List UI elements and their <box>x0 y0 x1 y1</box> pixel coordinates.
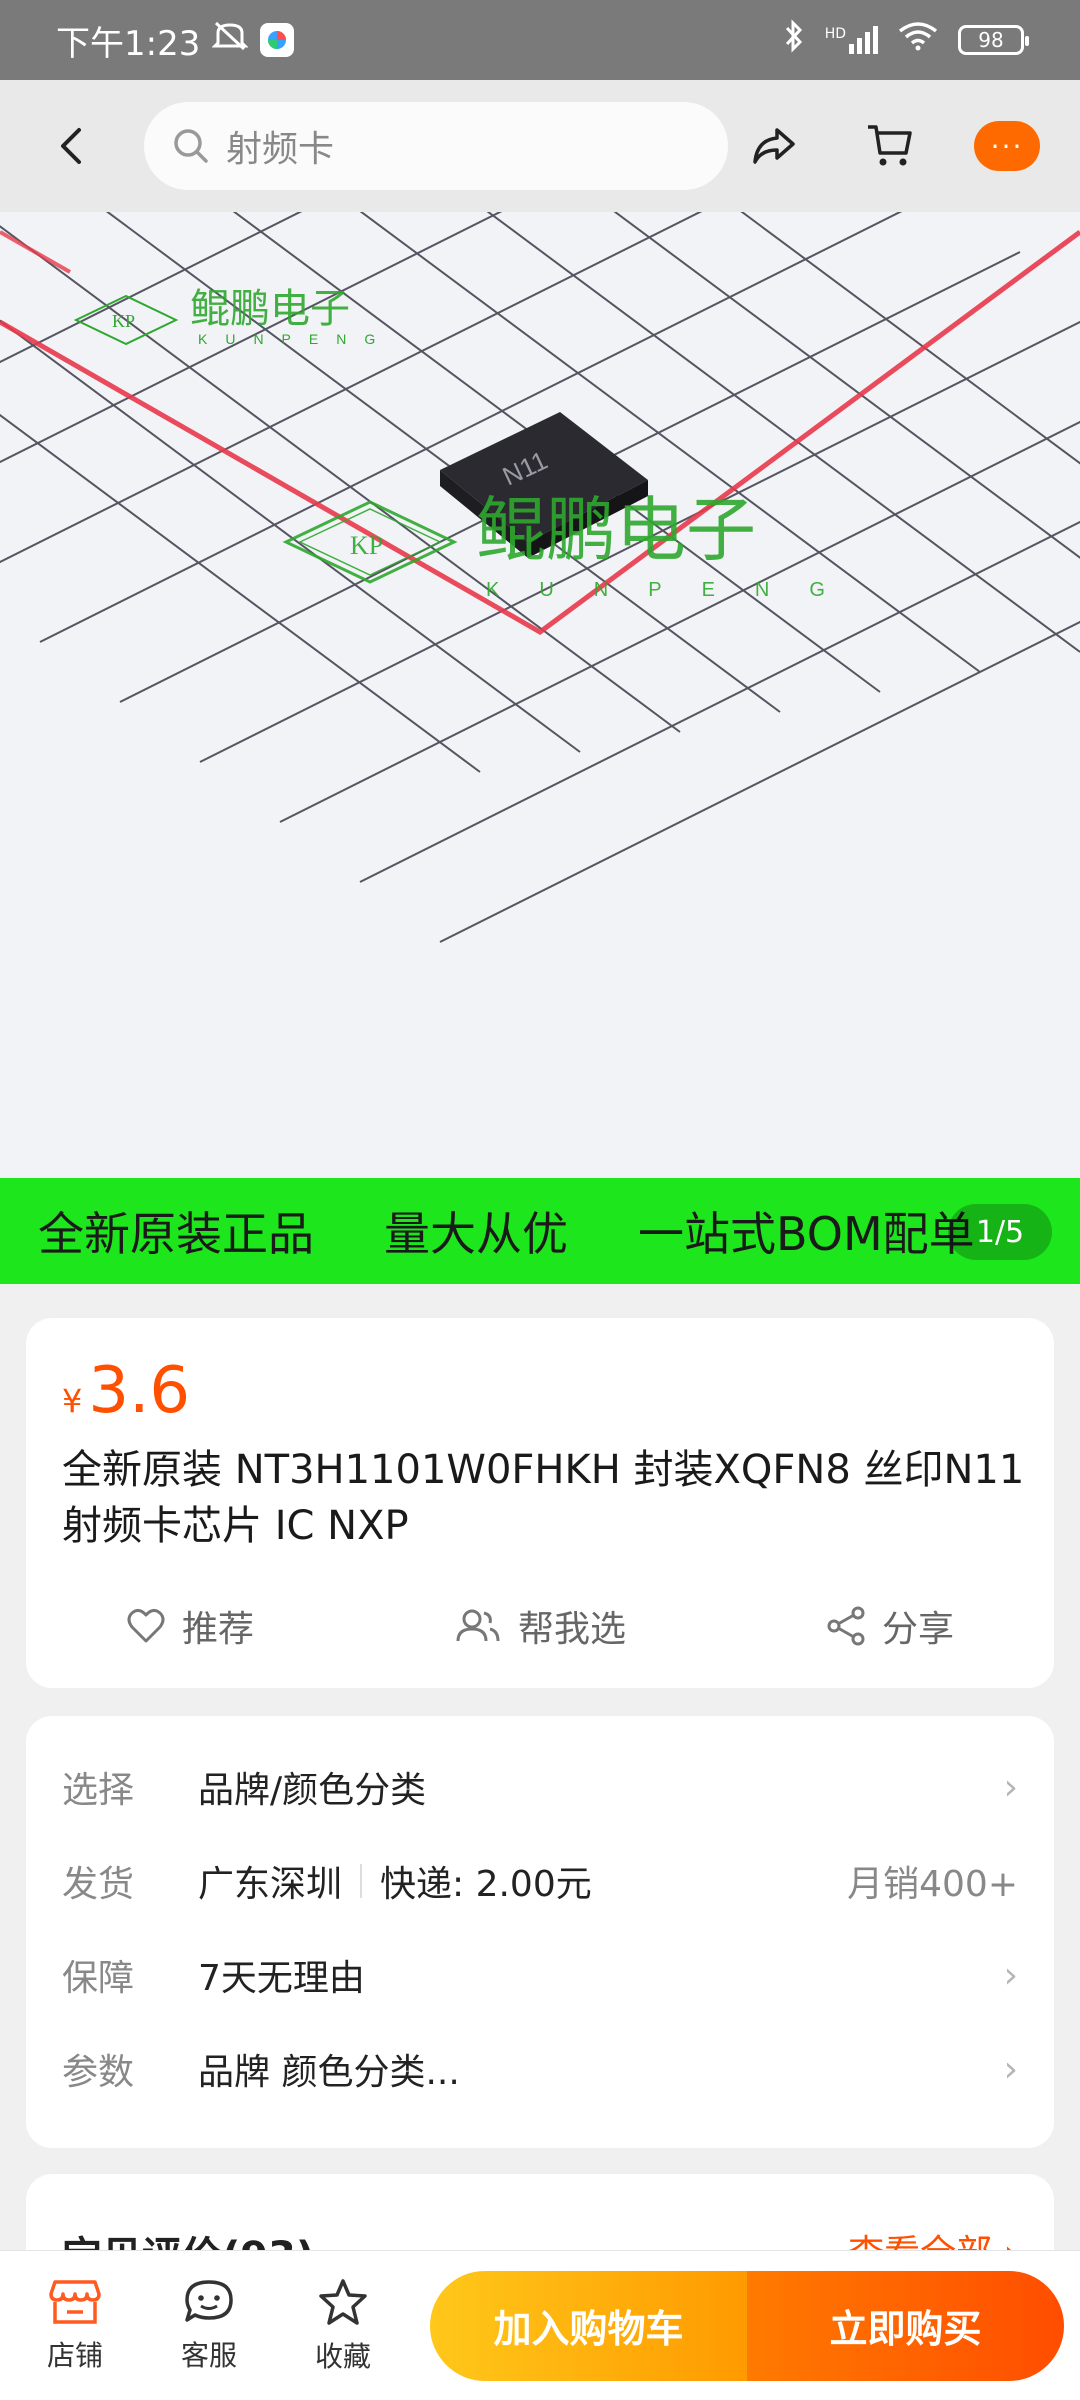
favorite-tab[interactable]: 收藏 <box>276 2277 410 2375</box>
chevron-right-icon: › <box>1003 1954 1018 1996</box>
cart-button[interactable] <box>858 114 922 178</box>
monthly-sales: 月销400+ <box>847 1864 1018 1905</box>
help-me-choose-label: 帮我选 <box>517 1609 626 1650</box>
params-label: 参数 <box>62 2052 135 2093</box>
guarantee-row[interactable]: 保障 7天无理由 › <box>62 1928 1018 2022</box>
help-me-choose-button[interactable]: 帮我选 <box>454 1600 626 1652</box>
watermark-badge-small: KP <box>112 311 135 331</box>
product-actions: 推荐 帮我选 分享 <box>26 1600 1054 1652</box>
divider <box>360 1864 363 1898</box>
watermark-en-large: KUNPENG <box>486 579 865 601</box>
ship-from: 广东深圳 <box>198 1864 343 1905</box>
params-value: 品牌 颜色分类... <box>198 2052 460 2093</box>
app-notification-icon <box>260 23 295 57</box>
bottom-action-bar: 店铺 客服 收藏 加入购物车 立即购买 <box>0 2250 1080 2400</box>
signal-icon: HD <box>825 26 878 54</box>
params-row[interactable]: 参数 品牌 颜色分类... › <box>62 2022 1018 2116</box>
store-tab[interactable]: 店铺 <box>8 2278 142 2374</box>
recommend-button[interactable]: 推荐 <box>126 1600 254 1652</box>
product-image-gallery[interactable]: N11 KP 鲲鹏电子 KUNPENG KP 鲲鹏电子 KUNPENG 全新原装… <box>0 212 1080 1284</box>
chevron-right-icon: › <box>1003 2048 1018 2090</box>
watermark-badge-large: KP <box>350 531 383 560</box>
message-icon: ··· <box>990 129 1024 163</box>
recommend-label: 推荐 <box>181 1609 254 1650</box>
shipping-fee: 快递: 2.00元 <box>380 1864 592 1905</box>
store-label: 店铺 <box>46 2338 103 2372</box>
price-amount: 3.6 <box>88 1354 191 1428</box>
add-to-cart-button[interactable]: 加入购物车 <box>430 2270 747 2381</box>
share-nodes-icon <box>827 1606 865 1646</box>
promo-banner: 全新原装正品 量大从优 一站式BOM配单 <box>0 1178 1080 1284</box>
cart-icon <box>868 125 912 166</box>
purchase-buttons: 加入购物车 立即购买 <box>430 2270 1064 2381</box>
share-icon <box>753 128 795 164</box>
status-right: HD 98 <box>783 18 1029 62</box>
watermark-cn-large: 鲲鹏电子 <box>476 489 756 571</box>
customer-service-tab[interactable]: 客服 <box>142 2278 276 2374</box>
banner-item-bulk: 量大从优 <box>384 1207 568 1261</box>
network-type: HD <box>824 26 846 42</box>
select-value: 品牌/颜色分类 <box>198 1770 427 1811</box>
mute-icon <box>211 20 249 60</box>
status-bar: 下午1:23 HD 98 <box>0 0 1080 80</box>
shipping-row: 发货 广东深圳 快递: 2.00元 月销400+ <box>62 1834 1018 1928</box>
message-button[interactable]: ··· <box>974 121 1040 171</box>
store-icon <box>49 2279 101 2324</box>
top-nav: 射频卡 ··· <box>0 80 1080 212</box>
customer-service-label: 客服 <box>180 2338 237 2372</box>
price: ¥ 3.6 <box>62 1354 1018 1428</box>
select-row[interactable]: 选择 品牌/颜色分类 › <box>62 1740 1018 1834</box>
watermark-logo-large: KP 鲲鹏电子 KUNPENG <box>282 489 865 601</box>
share-label: 分享 <box>881 1609 954 1650</box>
watermark-logo-small: KP 鲲鹏电子 KUNPENG <box>73 286 393 347</box>
share-button[interactable] <box>742 114 806 178</box>
chevron-left-icon <box>61 128 81 164</box>
search-icon <box>174 129 208 163</box>
battery-indicator: 98 <box>958 25 1029 55</box>
ship-label: 发货 <box>62 1864 135 1905</box>
share-product-button[interactable]: 分享 <box>826 1600 954 1652</box>
product-photo: N11 KP 鲲鹏电子 KUNPENG KP 鲲鹏电子 KUNPENG <box>0 212 1080 943</box>
banner-item-genuine: 全新原装正品 <box>38 1207 314 1261</box>
favorite-label: 收藏 <box>314 2339 371 2373</box>
buy-now-button[interactable]: 立即购买 <box>747 2270 1064 2381</box>
customer-service-icon <box>185 2279 233 2322</box>
chevron-right-icon: › <box>1003 1766 1018 1808</box>
bluetooth-icon <box>783 18 805 62</box>
image-page-indicator: 1/5 <box>948 1204 1052 1260</box>
guarantee-value: 7天无理由 <box>198 1958 365 1999</box>
search-placeholder: 射频卡 <box>226 129 335 170</box>
heart-icon <box>127 1608 165 1643</box>
search-input[interactable]: 射频卡 <box>144 102 728 190</box>
watermark-en-small: KUNPENG <box>198 331 393 347</box>
back-button[interactable] <box>40 114 104 178</box>
status-time: 下午1:23 <box>56 23 201 64</box>
product-summary-card: ¥ 3.6 全新原装 NT3H1101W0FHKH 封装XQFN8 丝印N11 … <box>26 1318 1054 1688</box>
price-currency: ¥ <box>62 1382 83 1420</box>
banner-item-bom: 一站式BOM配单 <box>638 1207 975 1261</box>
select-label: 选择 <box>62 1770 135 1811</box>
status-left: 下午1:23 <box>56 16 295 65</box>
wifi-icon <box>898 20 938 60</box>
people-icon <box>456 1609 500 1642</box>
watermark-cn-small: 鲲鹏电子 <box>190 286 350 332</box>
product-title: 全新原装 NT3H1101W0FHKH 封装XQFN8 丝印N11 射频卡芯片 … <box>62 1447 1025 1549</box>
product-info-card: 选择 品牌/颜色分类 › 发货 广东深圳 快递: 2.00元 月销400+ 保障… <box>26 1716 1054 2148</box>
shipping-info: 广东深圳 快递: 2.00元 月销400+ <box>198 1855 1018 1907</box>
guarantee-label: 保障 <box>62 1958 135 1999</box>
battery-level: 98 <box>978 28 1004 52</box>
header-actions: ··· <box>742 114 1040 178</box>
star-icon <box>319 2278 367 2325</box>
